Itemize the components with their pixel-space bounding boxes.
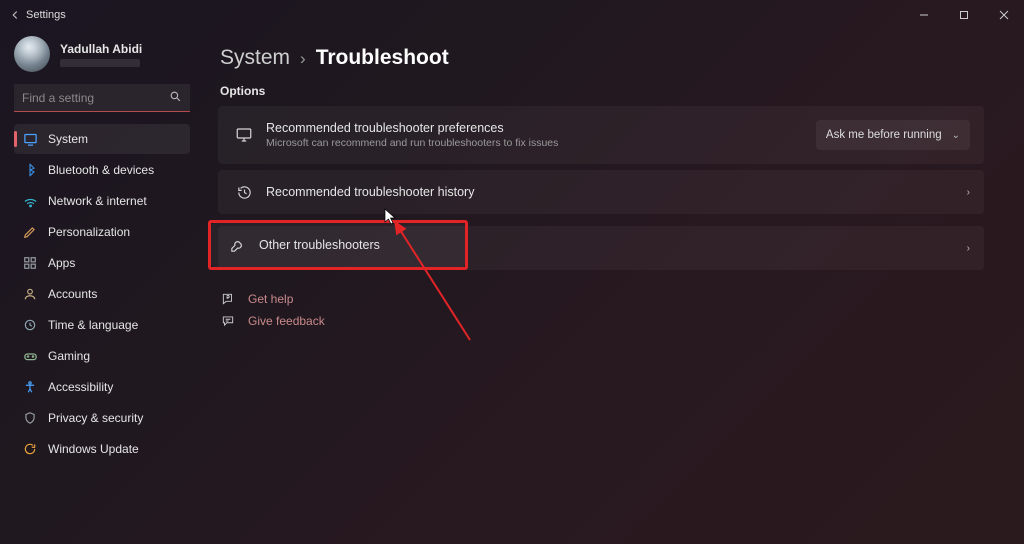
close-button[interactable]: [984, 0, 1024, 30]
sidebar-item-label: Gaming: [48, 349, 90, 363]
card-title: Recommended troubleshooter preferences: [266, 121, 816, 135]
privacy-icon: [22, 411, 38, 425]
personalization-icon: [22, 225, 38, 239]
sidebar-item-bluetooth[interactable]: Bluetooth & devices: [14, 155, 190, 185]
card-history[interactable]: Recommended troubleshooter history ›: [218, 170, 984, 214]
main-content: System › Troubleshoot Options Recommende…: [200, 30, 1024, 465]
system-icon: [22, 132, 38, 147]
card-subtitle: Microsoft can recommend and run troubles…: [266, 137, 816, 149]
sidebar-item-network[interactable]: Network & internet: [14, 186, 190, 216]
link-label: Get help: [248, 292, 293, 306]
sidebar-item-gaming[interactable]: Gaming: [14, 341, 190, 371]
give-feedback-link[interactable]: Give feedback: [218, 310, 984, 332]
sidebar-item-accounts[interactable]: Accounts: [14, 279, 190, 309]
sidebar-item-label: Bluetooth & devices: [48, 163, 154, 177]
search-input[interactable]: [14, 84, 190, 112]
wrench-icon: [225, 237, 249, 254]
accessibility-icon: [22, 380, 38, 394]
search-icon: [169, 90, 182, 103]
sidebar-item-label: System: [48, 132, 88, 146]
dropdown-value: Ask me before running: [826, 129, 942, 141]
help-icon: [220, 292, 236, 306]
window-title: Settings: [26, 9, 66, 21]
sidebar-item-apps[interactable]: Apps: [14, 248, 190, 278]
sidebar-item-label: Privacy & security: [48, 411, 143, 425]
time-icon: [22, 318, 38, 332]
user-subtext: [60, 59, 140, 67]
chevron-down-icon: ⌄: [952, 130, 960, 141]
sidebar-item-system[interactable]: System: [14, 124, 190, 154]
update-icon: [22, 442, 38, 456]
avatar: [14, 36, 50, 72]
bluetooth-icon: [22, 163, 38, 177]
network-icon: [22, 194, 38, 209]
breadcrumb-sep-icon: ›: [300, 49, 306, 69]
search-box[interactable]: [14, 84, 190, 112]
sidebar-item-label: Accessibility: [48, 380, 113, 394]
maximize-button[interactable]: [944, 0, 984, 30]
history-icon: [232, 184, 256, 201]
sidebar-item-label: Apps: [48, 256, 75, 270]
user-name: Yadullah Abidi: [60, 42, 142, 56]
breadcrumb-parent[interactable]: System: [220, 46, 290, 70]
page-title: Troubleshoot: [316, 46, 449, 70]
sidebar-item-time[interactable]: Time & language: [14, 310, 190, 340]
card-recommended-prefs[interactable]: Recommended troubleshooter preferences M…: [218, 106, 984, 164]
chevron-right-icon: ›: [967, 187, 970, 198]
link-label: Give feedback: [248, 314, 325, 328]
user-block[interactable]: Yadullah Abidi: [14, 36, 190, 72]
accounts-icon: [22, 287, 38, 301]
card-title: Other troubleshooters: [259, 238, 451, 252]
sidebar-item-update[interactable]: Windows Update: [14, 434, 190, 464]
back-icon[interactable]: [8, 8, 26, 22]
get-help-link[interactable]: Get help: [218, 288, 984, 310]
sidebar-item-label: Time & language: [48, 318, 138, 332]
prefs-dropdown[interactable]: Ask me before running ⌄: [816, 120, 970, 150]
gaming-icon: [22, 349, 38, 364]
monitor-icon: [232, 126, 256, 144]
sidebar-item-accessibility[interactable]: Accessibility: [14, 372, 190, 402]
card-other-troubleshooters[interactable]: Other troubleshooters: [211, 223, 465, 267]
section-label: Options: [220, 84, 984, 98]
help-links: Get help Give feedback: [218, 288, 984, 332]
nav-list: System Bluetooth & devices Network & int…: [14, 124, 190, 464]
sidebar-item-label: Windows Update: [48, 442, 139, 456]
sidebar-item-personalization[interactable]: Personalization: [14, 217, 190, 247]
sidebar-item-label: Personalization: [48, 225, 130, 239]
sidebar-item-privacy[interactable]: Privacy & security: [14, 403, 190, 433]
chevron-right-icon: ›: [967, 243, 970, 254]
card-title: Recommended troubleshooter history: [266, 185, 967, 199]
minimize-button[interactable]: [904, 0, 944, 30]
annotation-highlight-box: Other troubleshooters: [208, 220, 468, 270]
feedback-icon: [220, 314, 236, 328]
sidebar-item-label: Accounts: [48, 287, 97, 301]
sidebar: Yadullah Abidi System Bluetooth & device…: [0, 30, 200, 465]
sidebar-item-label: Network & internet: [48, 194, 147, 208]
apps-icon: [22, 256, 38, 270]
breadcrumb: System › Troubleshoot: [220, 46, 984, 70]
